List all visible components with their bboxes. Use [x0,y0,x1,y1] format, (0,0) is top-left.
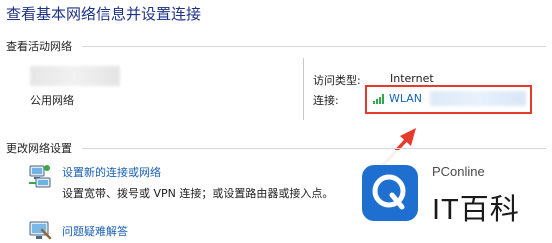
network-setup-icon [29,165,51,188]
pconline-watermark: PConline IT百科 [352,150,548,236]
it-baike-brand-text: IT百科 [432,194,520,226]
active-networks-separator [303,58,304,120]
setup-new-connection-link[interactable]: 设置新的连接或网络 [62,164,161,180]
wifi-signal-bars-icon [373,94,385,104]
wlan-connection-link[interactable]: WLAN [389,92,422,105]
network-name-redacted [30,66,120,86]
page-title: 查看基本网络信息并设置连接 [6,5,202,23]
setup-new-connection-description: 设置宽带、拨号或 VPN 连接；或设置路由器或接入点。 [62,187,334,200]
wlan-ssid-redacted [430,91,526,106]
pconline-brand-text: PConline [432,164,485,179]
active-networks-divider [82,46,546,47]
troubleshoot-icon [29,221,52,240]
connections-label: 连接: [313,94,339,107]
pconline-logo-icon [362,165,418,221]
change-settings-divider [82,148,546,149]
network-type: 公用网络 [30,94,74,107]
change-settings-label: 更改网络设置 [6,142,72,155]
access-type-value: Internet [390,72,434,85]
active-networks-label: 查看活动网络 [6,40,72,53]
access-type-label: 访问类型: [313,74,361,87]
troubleshoot-link[interactable]: 问题疑难解答 [62,223,128,239]
